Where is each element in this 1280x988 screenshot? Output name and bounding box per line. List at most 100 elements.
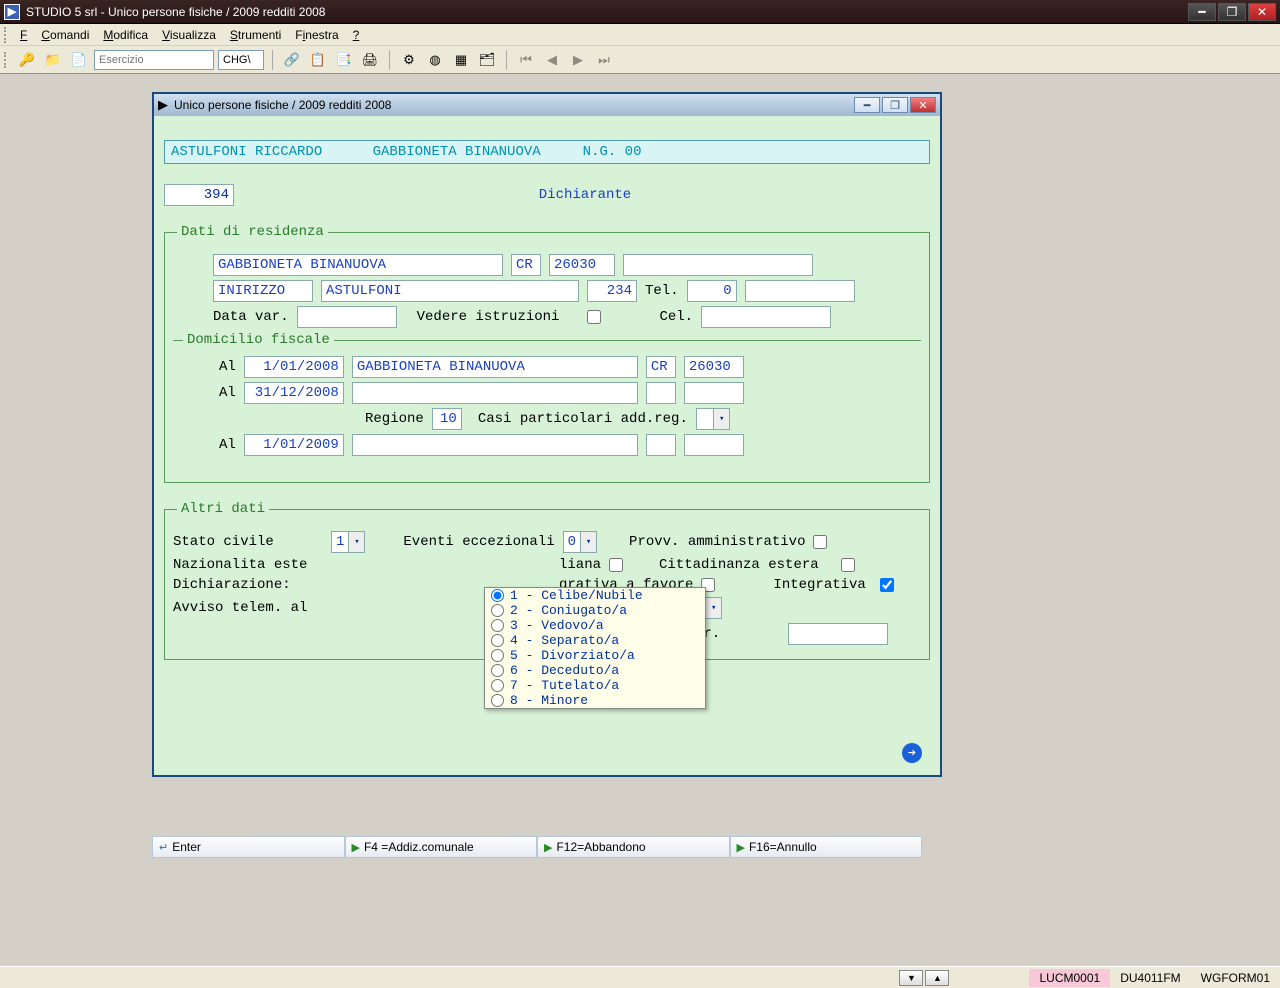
status-up-button[interactable]: ▲ <box>925 970 949 986</box>
stato-civile-combo[interactable]: 1▾ <box>331 531 365 553</box>
domicilio-cap-3[interactable] <box>684 434 744 456</box>
inirizzo-label-field[interactable]: INIRIZZO <box>213 280 313 302</box>
provv-checkbox[interactable] <box>813 535 827 549</box>
form-body: ASTULFONI RICCARDO GABBIONETA BINANUOVA … <box>154 116 940 775</box>
vedere-checkbox[interactable] <box>587 310 601 324</box>
domicilio-city-2[interactable] <box>352 382 638 404</box>
stato-civile-radio[interactable] <box>491 664 504 677</box>
fkey-icon: ▶ <box>544 841 552 854</box>
cittadinanza-label: Cittadinanza estera <box>659 557 819 573</box>
function-key[interactable]: ▶F16=Annullo <box>730 836 923 858</box>
italiana-checkbox[interactable] <box>609 558 623 572</box>
child-titlebar[interactable]: ▶ Unico persone fisiche / 2009 redditi 2… <box>154 94 940 116</box>
residenza-civico[interactable]: 234 <box>587 280 637 302</box>
domicilio-cap-2[interactable] <box>684 382 744 404</box>
close-button[interactable]: ✕ <box>1248 3 1276 21</box>
tb-cascade-icon[interactable]: 🗂 <box>476 49 498 71</box>
stato-civile-radio[interactable] <box>491 634 504 647</box>
tb-sheet-icon[interactable]: 📄 <box>68 49 90 71</box>
residenza-cap[interactable]: 26030 <box>549 254 615 276</box>
domicilio-prov-1[interactable]: CR <box>646 356 676 378</box>
tb-copy-icon[interactable]: 📋 <box>307 49 329 71</box>
stato-civile-option[interactable]: 4 - Separato/a <box>485 633 705 648</box>
tel-number[interactable] <box>745 280 855 302</box>
liana-fragment: liana <box>559 557 601 573</box>
residenza-extra[interactable] <box>623 254 813 276</box>
toolbar: 🔑 📁 📄 🔗 📋 📑 🖨 ⚙ ◍ ▦ 🗂 ⏮ ◀ ▶ ⏭ <box>0 46 1280 74</box>
tb-first-icon[interactable]: ⏮ <box>515 49 537 71</box>
regione-field[interactable]: 10 <box>432 408 462 430</box>
menu-file[interactable]: F <box>14 26 33 44</box>
cittadinanza-checkbox[interactable] <box>841 558 855 572</box>
stato-civile-option[interactable]: 2 - Coniugato/a <box>485 603 705 618</box>
domicilio-city-1[interactable]: GABBIONETA BINANUOVA <box>352 356 638 378</box>
domicilio-date-1[interactable]: 1/01/2008 <box>244 356 344 378</box>
menu-finestra[interactable]: Finestra <box>289 26 344 44</box>
stato-civile-radio[interactable] <box>491 604 504 617</box>
domicilio-city-3[interactable] <box>352 434 638 456</box>
stato-civile-option[interactable]: 5 - Divorziato/a <box>485 648 705 663</box>
data-stampa-field[interactable] <box>788 623 888 645</box>
tb-key-icon[interactable]: 🔑 <box>16 49 38 71</box>
child-minimize-button[interactable]: ━ <box>854 97 880 113</box>
menu-visualizza[interactable]: Visualizza <box>156 26 222 44</box>
tb-next-icon[interactable]: ▶ <box>567 49 589 71</box>
menu-comandi[interactable]: Comandi <box>35 26 95 44</box>
cel-field[interactable] <box>701 306 831 328</box>
tb-last-icon[interactable]: ⏭ <box>593 49 615 71</box>
tb-prev-icon[interactable]: ◀ <box>541 49 563 71</box>
chg-field[interactable] <box>218 50 264 70</box>
function-key[interactable]: ↵Enter <box>152 836 345 858</box>
stato-civile-radio[interactable] <box>491 649 504 662</box>
stato-civile-radio[interactable] <box>491 589 504 602</box>
stato-civile-option[interactable]: 6 - Deceduto/a <box>485 663 705 678</box>
tb-grid-icon[interactable]: ▦ <box>450 49 472 71</box>
child-close-button[interactable]: ✕ <box>910 97 936 113</box>
stato-civile-radio[interactable] <box>491 694 504 707</box>
casi-combo[interactable]: ▾ <box>696 408 730 430</box>
menu-handle[interactable] <box>4 27 8 43</box>
tb-print-icon[interactable]: 🖨 <box>359 49 381 71</box>
next-page-arrow-icon[interactable]: ➔ <box>902 743 922 763</box>
data-var-field[interactable] <box>297 306 397 328</box>
fkey-icon: ▶ <box>352 841 360 854</box>
stato-civile-option[interactable]: 1 - Celibe/Nubile <box>485 588 705 603</box>
status-down-button[interactable]: ▼ <box>899 970 923 986</box>
tb-gear-icon[interactable]: ⚙ <box>398 49 420 71</box>
stato-civile-radio[interactable] <box>491 619 504 632</box>
function-key[interactable]: ▶F12=Abbandono <box>537 836 730 858</box>
stato-civile-option[interactable]: 8 - Minore <box>485 693 705 708</box>
stato-civile-popup[interactable]: 1 - Celibe/Nubile2 - Coniugato/a3 - Vedo… <box>484 587 706 709</box>
residenza-prov[interactable]: CR <box>511 254 541 276</box>
domicilio-date-2[interactable]: 31/12/2008 <box>244 382 344 404</box>
residenza-city[interactable]: GABBIONETA BINANUOVA <box>213 254 503 276</box>
esercizio-select[interactable] <box>94 50 214 70</box>
vedere-label: Vedere istruzioni <box>417 309 560 325</box>
tb-paste-icon[interactable]: 📑 <box>333 49 355 71</box>
eventi-combo[interactable]: 0▾ <box>563 531 597 553</box>
domicilio-date-3[interactable]: 1/01/2009 <box>244 434 344 456</box>
function-key-bar: ↵Enter▶F4 =Addiz.comunale▶F12=Abbandono▶… <box>152 836 922 858</box>
menu-modifica[interactable]: Modifica <box>97 26 154 44</box>
stato-civile-option[interactable]: 3 - Vedovo/a <box>485 618 705 633</box>
child-maximize-button[interactable]: ❐ <box>882 97 908 113</box>
tel-prefix[interactable]: 0 <box>687 280 737 302</box>
domicilio-prov-2[interactable] <box>646 382 676 404</box>
stato-civile-option[interactable]: 7 - Tutelato/a <box>485 678 705 693</box>
maximize-button[interactable]: ❐ <box>1218 3 1246 21</box>
menu-help[interactable]: ? <box>347 26 366 44</box>
tb-wheel-icon[interactable]: ◍ <box>424 49 446 71</box>
domicilio-prov-3[interactable] <box>646 434 676 456</box>
domicilio-cap-1[interactable]: 26030 <box>684 356 744 378</box>
stato-civile-radio[interactable] <box>491 679 504 692</box>
menu-strumenti[interactable]: Strumenti <box>224 26 287 44</box>
function-key[interactable]: ▶F4 =Addiz.comunale <box>345 836 538 858</box>
tb-link-icon[interactable]: 🔗 <box>281 49 303 71</box>
tb-folder-icon[interactable]: 📁 <box>42 49 64 71</box>
toolbar-handle[interactable] <box>4 52 8 68</box>
integrativa-checkbox[interactable] <box>880 578 894 592</box>
status-code-3: WGFORM01 <box>1191 969 1280 987</box>
minimize-button[interactable]: ━ <box>1188 3 1216 21</box>
child-title: Unico persone fisiche / 2009 redditi 200… <box>174 98 854 112</box>
residenza-surname[interactable]: ASTULFONI <box>321 280 579 302</box>
